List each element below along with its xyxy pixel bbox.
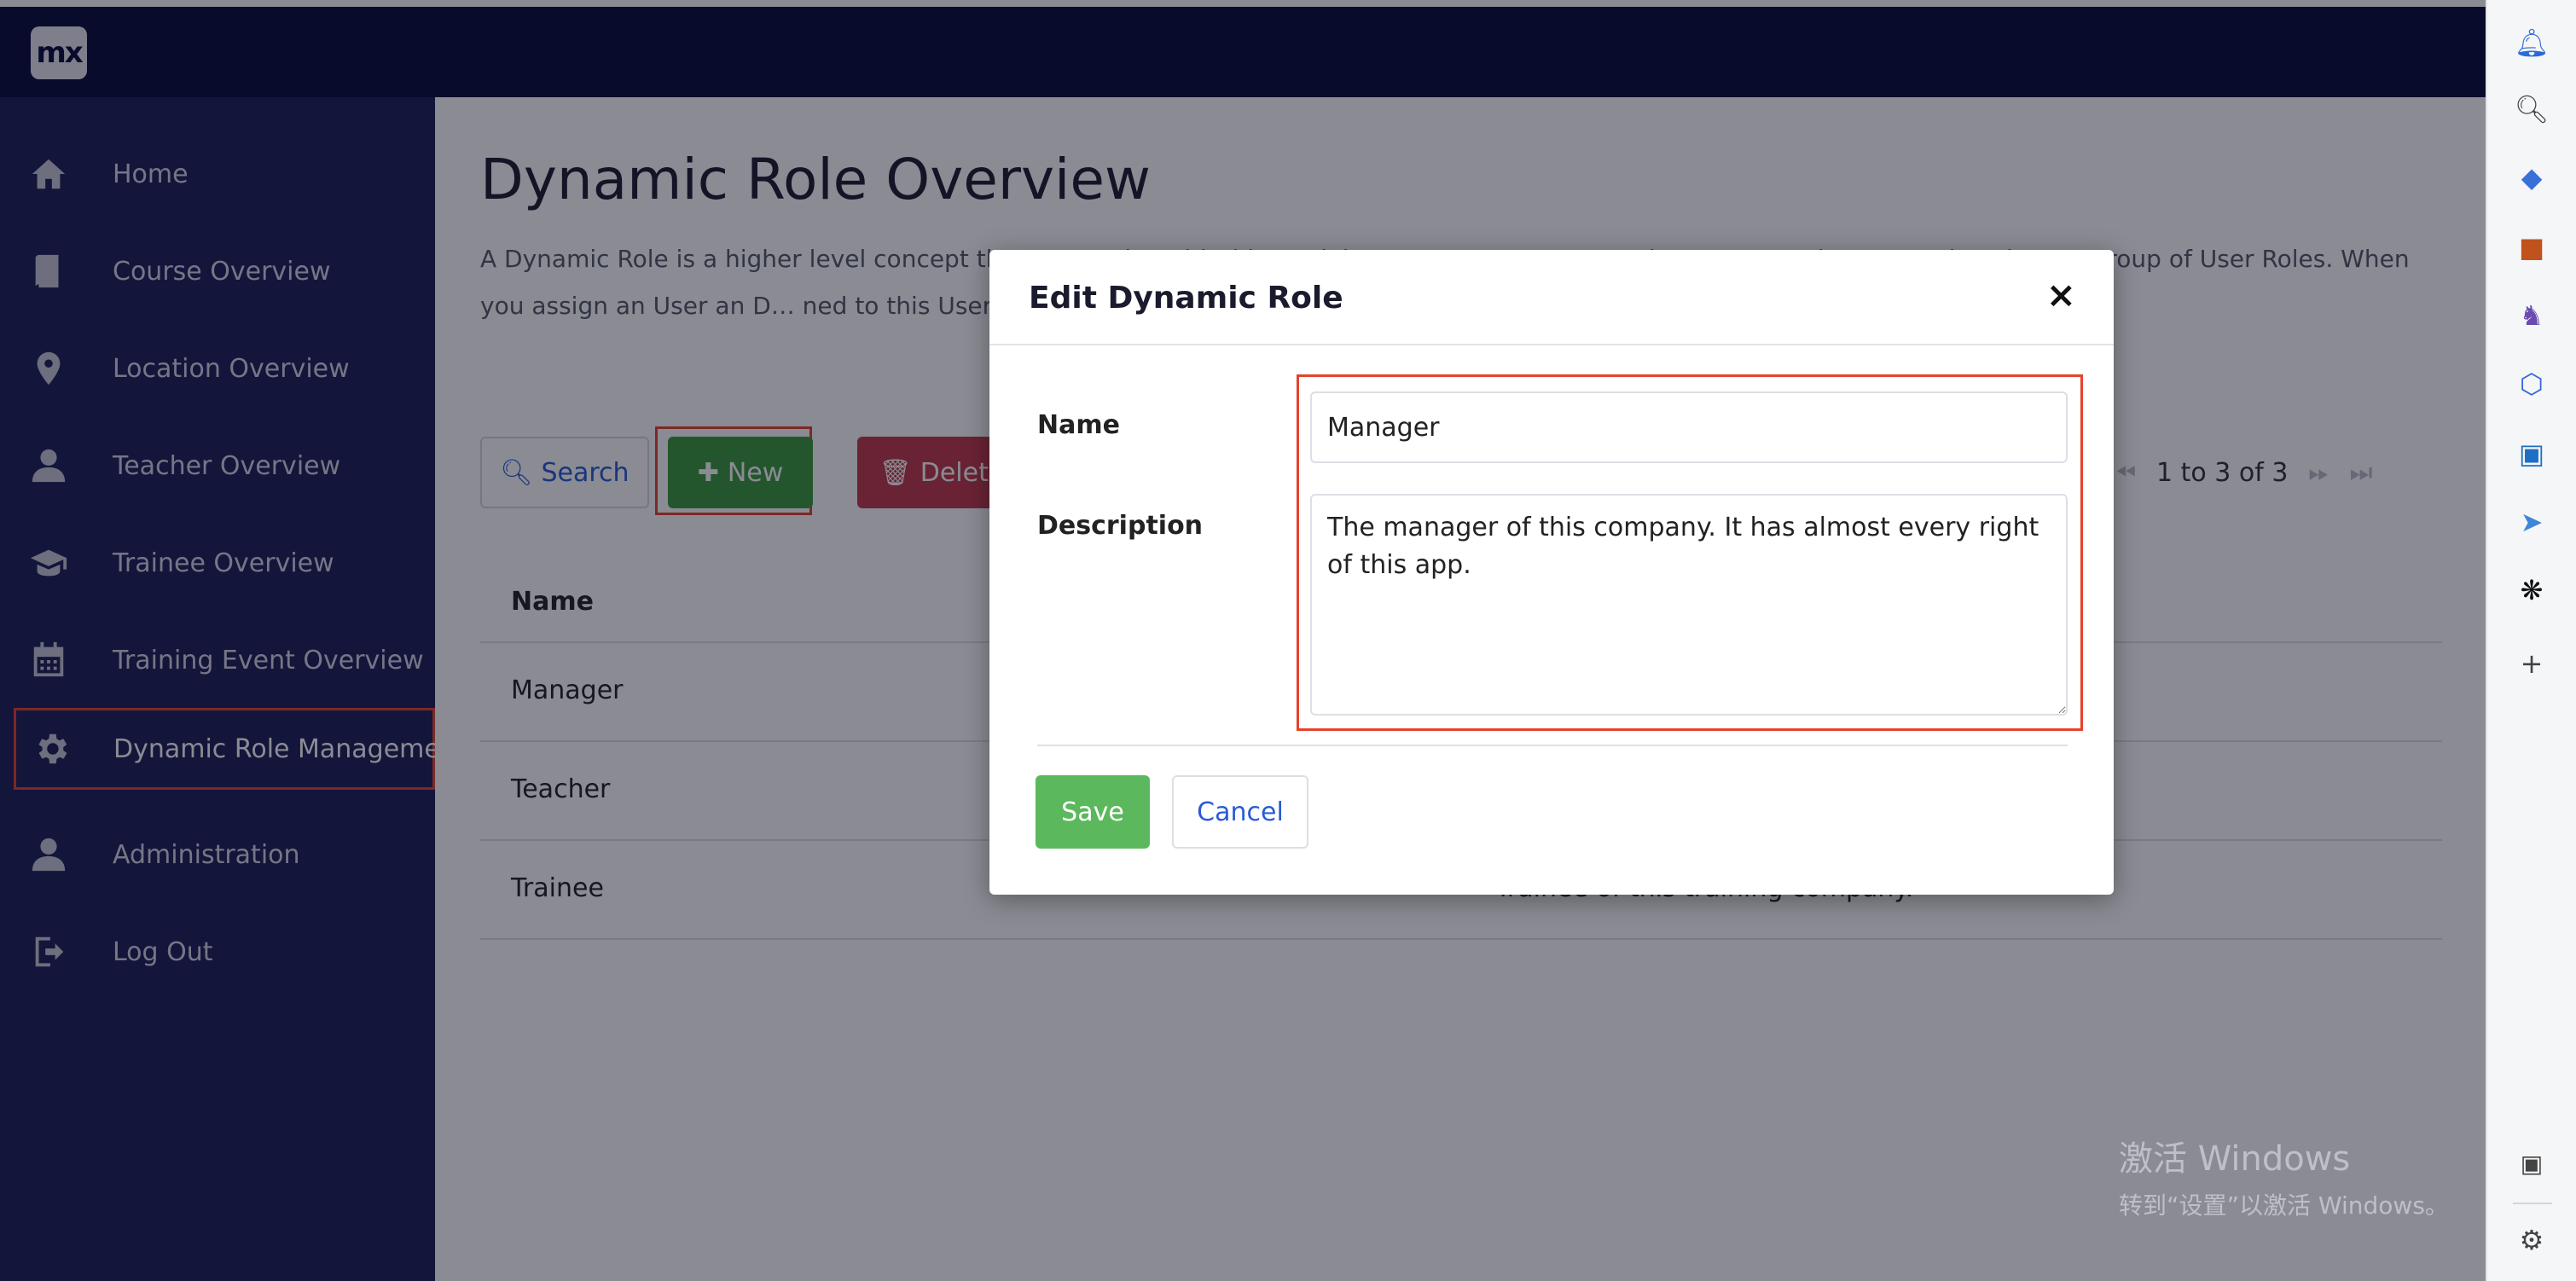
close-icon[interactable]: ×: [2046, 274, 2076, 316]
cancel-button[interactable]: Cancel: [1172, 775, 1308, 849]
name-label: Name: [1037, 410, 1120, 440]
windows-activation-watermark: 激活 Windows 转到“设置”以激活 Windows。: [2119, 1131, 2449, 1221]
dialog-footer-divider: [1037, 745, 2068, 746]
chatgpt-icon[interactable]: ❋: [2513, 571, 2550, 609]
gear-icon[interactable]: ⚙︎: [2513, 1221, 2550, 1259]
description-textarea[interactable]: The manager of this company. It has almo…: [1310, 494, 2068, 716]
briefcase-icon[interactable]: ■: [2513, 229, 2550, 266]
name-input[interactable]: [1310, 391, 2068, 463]
dialog-title: Edit Dynamic Role: [1029, 281, 1343, 316]
bell-icon[interactable]: 🔔︎: [2513, 24, 2550, 61]
watermark-line-1: 激活 Windows: [2119, 1139, 2351, 1179]
description-label: Description: [1037, 511, 1204, 541]
games-icon[interactable]: ♞: [2513, 297, 2550, 334]
send-icon[interactable]: ➤: [2513, 503, 2550, 541]
edit-dynamic-role-dialog: Edit Dynamic Role × Name Description The…: [989, 250, 2114, 895]
edge-sidebar: 🔔︎ 🔍︎ ◆ ■ ♞ ⬡ ▣ ➤ ❋ + ▣ ⚙︎: [2486, 0, 2576, 1281]
tag-icon[interactable]: ◆: [2513, 159, 2550, 196]
outlook-icon[interactable]: ▣: [2513, 435, 2550, 472]
save-button[interactable]: Save: [1036, 775, 1150, 849]
dialog-header-divider: [989, 344, 2114, 345]
screenshot-icon[interactable]: ▣: [2513, 1145, 2550, 1182]
app-root: mx Home Course Overview Location Overvie…: [0, 0, 2576, 1281]
plus-icon[interactable]: +: [2513, 645, 2550, 682]
copilot-icon[interactable]: ⬡: [2513, 365, 2550, 403]
edge-sidebar-divider: [2513, 1203, 2552, 1204]
search-icon[interactable]: 🔍︎: [2513, 90, 2550, 128]
watermark-line-2: 转到“设置”以激活 Windows。: [2119, 1191, 2449, 1220]
